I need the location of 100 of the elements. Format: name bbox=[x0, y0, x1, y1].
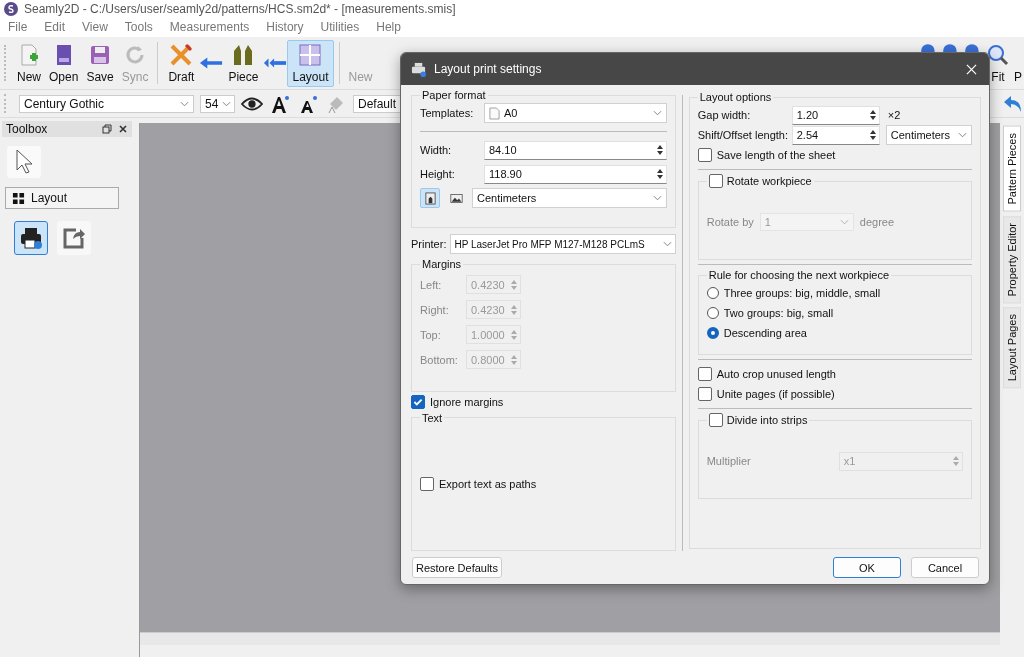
font-size-dropdown[interactable]: 54 bbox=[200, 94, 235, 113]
ok-button[interactable]: OK bbox=[833, 557, 901, 578]
radio-label: Two groups: big, small bbox=[723, 307, 834, 319]
field-label: Gap width: bbox=[697, 109, 752, 121]
close-icon[interactable] bbox=[118, 124, 128, 134]
undo-icon[interactable] bbox=[1002, 93, 1024, 114]
zoom-fit-button[interactable]: Fit bbox=[984, 39, 1012, 87]
font-increase-icon[interactable] bbox=[269, 93, 291, 114]
spinner-icon[interactable] bbox=[655, 168, 664, 180]
menu-item[interactable]: Utilities bbox=[320, 20, 360, 34]
units-dropdown[interactable]: Centimeters bbox=[472, 188, 667, 208]
piece-mode-button[interactable]: Piece bbox=[223, 39, 264, 87]
print-settings-tool-button[interactable] bbox=[14, 221, 48, 255]
save-button[interactable]: Save bbox=[82, 39, 118, 87]
window-title: Seamly2D - C:/Users/user/seamly2d/patterns/HCS.sm2d* - [measurements.smis] bbox=[24, 1, 456, 16]
layout-section-button[interactable]: Layout bbox=[5, 187, 119, 209]
portrait-page-icon bbox=[423, 191, 437, 205]
menu-item[interactable]: Measurements bbox=[169, 20, 250, 34]
export-tool-button[interactable] bbox=[57, 221, 91, 255]
templates-dropdown[interactable]: A0 bbox=[484, 103, 667, 123]
height-field[interactable]: 118.90 bbox=[484, 164, 667, 184]
radio-label: Descending area bbox=[723, 327, 807, 339]
width-field[interactable]: 84.10 bbox=[484, 140, 667, 160]
field-label: Rotate by bbox=[706, 216, 754, 228]
unit-label: degree bbox=[859, 216, 895, 228]
field-label: Templates: bbox=[420, 107, 475, 119]
spinner-icon[interactable] bbox=[868, 129, 877, 141]
dialog-title: Layout print settings bbox=[434, 62, 542, 76]
caret-icon bbox=[652, 110, 662, 116]
magnifier-icon bbox=[986, 42, 1010, 67]
portrait-button[interactable] bbox=[420, 188, 440, 208]
group-title: Margins bbox=[421, 258, 463, 271]
menu-item[interactable]: File bbox=[8, 20, 28, 34]
cancel-button[interactable]: Cancel bbox=[911, 557, 979, 578]
shift-length-field[interactable]: 2.54 bbox=[791, 125, 880, 145]
checkbox-label: Rotate workpiece bbox=[726, 175, 812, 187]
caret-icon bbox=[839, 219, 849, 225]
restore-defaults-button[interactable]: Restore Defaults bbox=[412, 557, 502, 578]
side-tab[interactable]: Property Editor bbox=[1003, 215, 1021, 303]
radio-label: Three groups: big, middle, small bbox=[723, 287, 881, 299]
printer-dropdown[interactable]: HP LaserJet Pro MFP M127-M128 PCLmS bbox=[450, 234, 676, 255]
field-label: Top: bbox=[420, 328, 442, 341]
checkbox[interactable] bbox=[708, 174, 723, 188]
group-title: Rule for choosing the next workpiece bbox=[707, 269, 891, 281]
menu-item[interactable]: Help bbox=[376, 20, 401, 34]
layout-sheet-icon bbox=[298, 42, 323, 67]
group-title: Layout options bbox=[698, 91, 773, 103]
spinner-icon[interactable] bbox=[868, 109, 877, 121]
toolbox-title: Toolbox bbox=[6, 122, 48, 136]
layout-mode-button[interactable]: Layout bbox=[287, 39, 334, 87]
field-label: Printer: bbox=[411, 238, 447, 251]
draft-mode-button[interactable]: Draft bbox=[163, 39, 200, 87]
units-dropdown[interactable]: Centimeters bbox=[885, 125, 972, 145]
open-button[interactable]: Open bbox=[45, 39, 83, 87]
printer-gear-icon bbox=[19, 226, 43, 250]
pencil-ruler-icon bbox=[169, 42, 194, 67]
field-label: Right: bbox=[420, 303, 450, 316]
export-icon bbox=[62, 226, 86, 250]
caret-icon bbox=[652, 195, 662, 201]
checkbox[interactable] bbox=[708, 413, 723, 427]
spinner-icon[interactable] bbox=[655, 144, 664, 156]
font-dropdown[interactable]: Century Gothic bbox=[19, 94, 194, 113]
arrow-left-icon bbox=[199, 56, 224, 70]
document-icon bbox=[489, 106, 500, 120]
checkbox-label: Save length of the sheet bbox=[716, 149, 836, 161]
radio-button[interactable] bbox=[706, 327, 719, 339]
side-tab[interactable]: Layout Pages bbox=[1003, 306, 1021, 389]
caret-icon bbox=[222, 100, 232, 107]
field-label: Height: bbox=[420, 168, 456, 180]
horizontal-scrollbar[interactable] bbox=[140, 632, 1000, 645]
pointer-icon bbox=[14, 148, 34, 176]
group-title: Text bbox=[421, 411, 444, 424]
checkbox[interactable] bbox=[697, 367, 712, 381]
checkbox-label: Export text as paths bbox=[439, 477, 537, 490]
menu-item[interactable]: Edit bbox=[44, 20, 66, 34]
field-label: Shift/Offset length: bbox=[697, 129, 786, 141]
checkbox-label: Auto crop unused length bbox=[716, 368, 836, 380]
group-title: Paper format bbox=[421, 89, 487, 101]
float-icon[interactable] bbox=[102, 124, 112, 134]
radio-button[interactable] bbox=[706, 287, 719, 299]
layout-grid-icon bbox=[12, 191, 25, 205]
checkbox[interactable] bbox=[420, 476, 434, 491]
pointer-tool-button[interactable] bbox=[7, 146, 41, 178]
menu-item[interactable]: View bbox=[82, 20, 108, 34]
menu-item[interactable]: Tools bbox=[124, 20, 153, 34]
radio-button[interactable] bbox=[706, 307, 719, 319]
caret-icon bbox=[662, 241, 672, 248]
checkbox[interactable] bbox=[411, 394, 425, 409]
multiplier-label: ×2 bbox=[887, 109, 901, 121]
side-tab[interactable]: Pattern Pieces bbox=[1003, 126, 1021, 212]
landscape-page-icon bbox=[449, 191, 463, 205]
menu-item[interactable]: History bbox=[266, 20, 304, 34]
field-label: Bottom: bbox=[420, 353, 459, 366]
new-button[interactable]: New bbox=[13, 39, 45, 87]
toolbar-button[interactable]: P bbox=[1012, 39, 1024, 87]
double-arrow-left-icon bbox=[263, 56, 288, 70]
gap-width-field[interactable]: 1.20 bbox=[791, 105, 880, 125]
field-label: Left: bbox=[420, 278, 443, 291]
checkbox[interactable] bbox=[697, 387, 712, 401]
checkbox[interactable] bbox=[697, 148, 712, 162]
